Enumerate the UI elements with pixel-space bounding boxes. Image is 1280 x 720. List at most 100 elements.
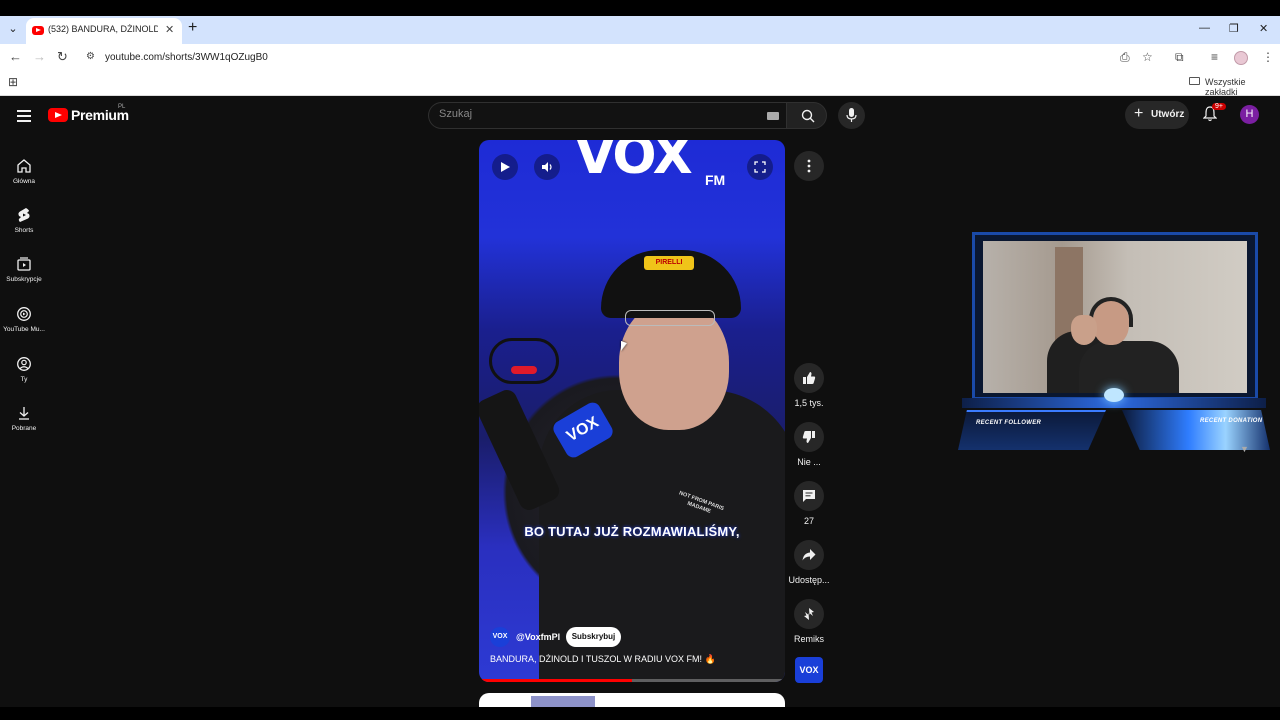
sidebar-item-downloads[interactable]: Pobrane [0,391,48,435]
youtube-favicon-icon [32,26,44,35]
back-icon[interactable]: ← [9,49,22,64]
sidebar-item-home[interactable]: Główna [0,144,48,188]
restore-icon[interactable]: ❐ [1229,22,1239,35]
comments-button[interactable] [794,481,824,511]
webcam-person-hand [1071,315,1097,345]
shorts-video-player[interactable]: VOX FM PIRELLI VOX NOT FROM PARIS MADAME… [479,140,785,682]
plus-icon: + [1134,105,1144,122]
tab-close-icon[interactable]: ✕ [165,23,174,36]
browser-toolbar: ← → ↻ ⚙ youtube.com/shorts/3WW1qOZugB0 ⎙… [0,44,1280,71]
forward-icon[interactable]: → [33,49,46,64]
video-progress-fill [479,679,632,682]
sidebar-item-label: Główna [12,178,36,185]
like-button[interactable] [794,363,824,393]
sidebar-item-you[interactable]: Ty [0,342,48,386]
dislike-label: Nie ... [797,457,821,467]
url-text[interactable]: youtube.com/shorts/3WW1qOZugB0 [105,52,268,63]
reload-icon[interactable]: ↻ [57,49,68,65]
create-label: Utwórz [1151,109,1185,120]
thumbs-down-icon [802,431,815,443]
search-box[interactable] [428,102,786,129]
bookmark-star-icon[interactable]: ☆ [1142,50,1153,64]
fullscreen-button[interactable] [747,154,773,180]
shorts-icon [18,208,30,222]
address-bar[interactable]: ⚙ youtube.com/shorts/3WW1qOZugB0 [80,47,1162,69]
channel-name[interactable]: @VoxfmPl [516,632,560,642]
share-arrow-icon [802,549,816,561]
mouse-cursor-icon [621,340,627,354]
thumbs-up-icon [803,372,816,384]
dislike-button[interactable] [794,422,824,452]
account-avatar[interactable]: H [1240,105,1259,124]
remix-button[interactable] [794,599,824,629]
notification-count-badge: 9+ [1212,103,1226,110]
extensions-icon[interactable]: ⧉ [1175,50,1184,65]
create-button[interactable]: + Utwórz [1125,101,1189,129]
cap-logo: PIRELLI [644,256,694,270]
play-icon [501,162,510,172]
mic-ring [511,366,537,374]
sidebar-item-label: Pobrane [11,425,37,432]
youtube-music-icon [17,307,31,321]
sidebar-item-subscriptions[interactable]: Subskrypcje [0,242,48,286]
country-code: PL [118,104,126,110]
channel-avatar[interactable]: VOX [490,627,510,647]
site-info-icon[interactable]: ⚙ [86,51,95,62]
sidebar-item-label: YouTube Mu... [3,326,45,333]
vox-fm-suffix: FM [705,172,726,188]
tab-search-chevron-icon[interactable]: ⌄ [4,20,22,38]
more-options-button[interactable] [794,151,824,181]
you-icon [17,357,31,371]
vox-wall-logo: VOX [575,140,693,186]
apps-grid-icon[interactable]: ⊞ [8,75,18,89]
new-tab-icon[interactable]: + [188,19,197,37]
all-bookmarks-link[interactable]: Wszystkie zakładki [1205,77,1280,97]
window-close-icon[interactable]: ✕ [1259,22,1268,35]
folder-icon[interactable] [1189,77,1200,85]
youtube-logo-icon[interactable] [48,108,68,122]
browser-tab-active[interactable]: (532) BANDURA, DŻINOLD I TU ✕ [26,18,182,44]
search-input[interactable] [439,108,739,120]
share-button[interactable] [794,540,824,570]
scroll-down-arrow-icon[interactable]: ▼ [1240,444,1249,454]
media-controls-icon[interactable]: ≡ [1211,50,1218,64]
screen-bottom-edge [0,707,1280,720]
remix-icon [804,608,814,620]
bookmarks-bar: ⊞ Wszystkie zakładki [0,71,1280,97]
person-glasses [625,310,715,326]
menu-icon[interactable] [17,110,31,125]
browser-menu-icon[interactable]: ⋮ [1262,50,1274,64]
search-icon [801,109,815,123]
sidebar-item-label: Shorts [14,227,34,234]
microphone-icon [846,108,857,122]
sidebar-item-shorts[interactable]: Shorts [0,193,48,237]
webcam-person-body [1079,341,1179,393]
minimize-icon[interactable]: — [1199,22,1210,34]
download-icon [19,407,29,420]
browser-tab-strip: ⌄ (532) BANDURA, DŻINOLD I TU ✕ + — ❐ ✕ [0,16,1280,44]
fullscreen-icon [754,161,766,173]
volume-icon [542,162,552,172]
subscriptions-icon [17,257,31,271]
video-progress-bar[interactable] [479,679,785,682]
search-button[interactable] [786,102,827,129]
next-short-preview[interactable] [479,693,785,707]
play-button[interactable] [492,154,518,180]
sidebar-item-youtube-music[interactable]: YouTube Mu... [0,292,48,336]
volume-button[interactable] [534,154,560,180]
mic-arm [489,338,559,384]
subscribe-button[interactable]: Subskrybuj [566,627,621,647]
sidebar-item-label: Subskrypcje [6,276,42,283]
profile-avatar-icon[interactable] [1234,51,1248,65]
recent-follower-panel: RECENT FOLLOWER [958,410,1106,450]
recent-donation-label: RECENT DONATION [1200,418,1263,424]
more-vertical-icon [807,159,811,173]
voice-search-button[interactable] [838,102,865,129]
install-app-icon[interactable]: ⎙ [1120,50,1130,65]
tab-title: (532) BANDURA, DŻINOLD I TU [48,24,158,34]
video-title[interactable]: BANDURA, DŻINOLD I TUSZOL W RADIU VOX FM… [490,654,716,665]
webcam-overlay: RECENT FOLLOWER RECENT DONATION ▼ [958,230,1270,454]
keyboard-icon[interactable] [767,112,779,120]
webcam-glow-light [1104,388,1124,402]
audio-source-thumbnail[interactable]: VOX [795,657,823,683]
